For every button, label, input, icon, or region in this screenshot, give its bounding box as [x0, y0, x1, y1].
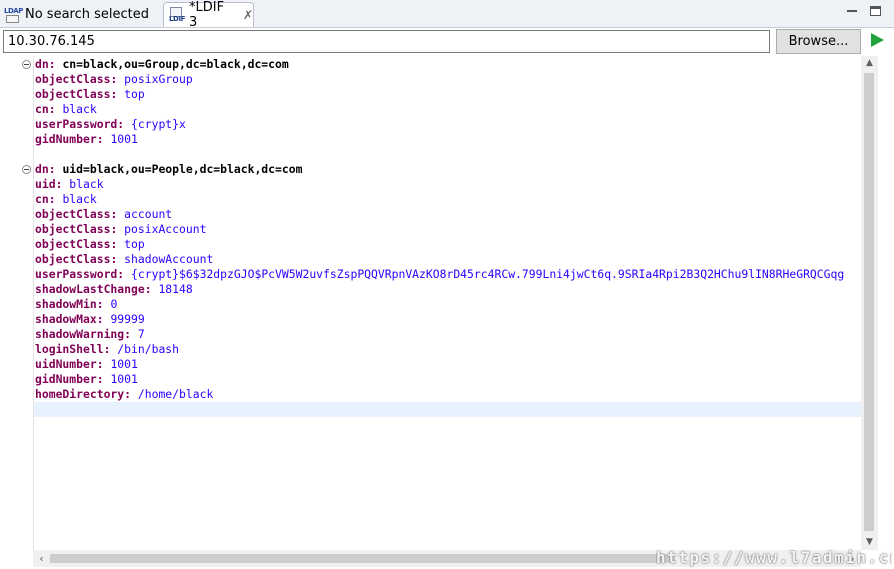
ldif-attribute-name: uidNumber [35, 357, 97, 371]
ldif-attribute-value: {crypt}$6$32dpzGJO$PcVW5W2uvfsZspPQQVRpn… [131, 267, 845, 281]
ldif-attribute-name: shadowMin [35, 297, 97, 311]
browse-button[interactable]: Browse... [776, 29, 861, 54]
ldif-line: objectClass: top [35, 237, 145, 251]
ldif-line: uidNumber: 1001 [35, 357, 138, 371]
ldif-attribute-value: 18148 [158, 282, 193, 296]
ldif-attribute-value: posixGroup [124, 72, 193, 86]
watermark: https://www.l7admin.cn [656, 548, 892, 567]
ldif-line: objectClass: posixAccount [35, 222, 207, 236]
ldif-attribute-name: dn [35, 57, 49, 71]
tab-no-search-selected[interactable]: LDAP No search selected [0, 2, 160, 27]
ldif-dn-line: dn: uid=black,ou=People,dc=black,dc=com [35, 162, 303, 176]
ldif-attribute-name: gidNumber [35, 372, 97, 386]
ldif-line: gidNumber: 1001 [35, 372, 138, 386]
editor-tab-bar: LDAP No search selected LDIF *LDIF 3 ✗ [0, 0, 894, 30]
ldif-attribute-value: posixAccount [124, 222, 207, 236]
collapse-icon[interactable] [22, 165, 31, 174]
ldif-attribute-value: black [69, 177, 104, 191]
ldif-attribute-value: black [62, 102, 97, 116]
ldif-line [34, 147, 861, 162]
ldif-line: cn: black [35, 102, 97, 116]
ldif-attribute-value: top [124, 87, 145, 101]
ldif-attribute-value: black [62, 192, 97, 206]
ldif-attribute-name: uid [35, 177, 56, 191]
editor-ruler [0, 56, 34, 550]
ldif-line: userPassword: {crypt}$6$32dpzGJO$PcVW5W2… [35, 267, 845, 281]
scroll-up-icon[interactable]: ▲ [861, 56, 878, 71]
ldif-line [34, 402, 861, 417]
ldif-line: shadowLastChange: 18148 [35, 282, 193, 296]
ldif-line: objectClass: top [35, 87, 145, 101]
ldif-attribute-value: 1001 [110, 132, 138, 146]
ldif-attribute-value: 1001 [110, 372, 138, 386]
ldif-attribute-value: {crypt}x [131, 117, 186, 131]
ldif-attribute-value: shadowAccount [124, 252, 214, 266]
tab-ldif-3[interactable]: LDIF *LDIF 3 ✗ [163, 0, 254, 30]
ldif-line: objectClass: shadowAccount [35, 252, 214, 266]
ldif-attribute-value: 0 [110, 297, 118, 311]
ldif-attribute-name: shadowMax [35, 312, 97, 326]
tab-label: *LDIF 3 [189, 0, 225, 30]
ldif-line: shadowMax: 99999 [35, 312, 145, 326]
ldif-attribute-name: loginShell [35, 342, 104, 356]
ldif-line: cn: black [35, 192, 97, 206]
maximize-icon[interactable] [870, 6, 881, 16]
scroll-left-icon[interactable]: ‹ [33, 550, 50, 567]
ldif-attribute-name: gidNumber [35, 132, 97, 146]
ldif-attribute-name: dn [35, 162, 49, 176]
ldif-attribute-name: objectClass [35, 252, 111, 266]
ldif-attribute-value: account [124, 207, 173, 221]
ldif-attribute-value: cn=black,ou=Group,dc=black,dc=com [62, 57, 289, 71]
collapse-icon[interactable] [22, 60, 31, 69]
ldif-line: loginShell: /bin/bash [35, 342, 180, 356]
ldif-line: objectClass: account [35, 207, 173, 221]
horizontal-scroll-thumb[interactable] [50, 554, 675, 563]
ldif-attribute-value: 7 [137, 327, 145, 341]
ldif-line: shadowMin: 0 [35, 297, 118, 311]
ldif-dn-line: dn: cn=black,ou=Group,dc=black,dc=com [35, 57, 289, 71]
ldif-attribute-name: shadowLastChange [35, 282, 145, 296]
ldif-attribute-name: objectClass [35, 87, 111, 101]
ldif-editor[interactable]: dn: cn=black,ou=Group,dc=black,dc=com obj… [0, 56, 894, 569]
ldif-attribute-value: uid=black,ou=People,dc=black,dc=com [62, 162, 303, 176]
ldif-attribute-name: userPassword [35, 117, 118, 131]
ldif-file-icon: LDIF [168, 7, 185, 23]
ldif-attribute-name: homeDirectory [35, 387, 125, 401]
ldif-line: homeDirectory: /home/black [35, 387, 214, 401]
ldif-line: gidNumber: 1001 [35, 132, 138, 146]
minimize-icon[interactable] [847, 6, 858, 16]
tab-label: No search selected [25, 7, 150, 22]
ldif-line: userPassword: {crypt}x [35, 117, 186, 131]
ldif-attribute-value: /bin/bash [117, 342, 180, 356]
ldap-browser-icon: LDAP [4, 7, 23, 23]
ldif-attribute-value: top [124, 237, 145, 251]
ldif-attribute-name: objectClass [35, 207, 111, 221]
ldif-line: uid: black [35, 177, 104, 191]
ldif-line: shadowWarning: 7 [35, 327, 145, 341]
ldif-attribute-name: objectClass [35, 72, 111, 86]
vertical-scrollbar[interactable]: ▲ ▼ [861, 56, 878, 550]
close-icon[interactable]: ✗ [243, 9, 253, 21]
ldif-attribute-value: 1001 [110, 357, 138, 371]
ldif-attribute-name: userPassword [35, 267, 118, 281]
ldif-attribute-name: objectClass [35, 222, 111, 236]
connection-address-field[interactable]: 10.30.76.145 [3, 30, 770, 53]
vertical-scroll-thumb[interactable] [864, 73, 874, 531]
ldif-attribute-value: 99999 [110, 312, 145, 326]
ldif-attribute-name: cn [35, 192, 49, 206]
ldif-attribute-name: objectClass [35, 237, 111, 251]
ldif-attribute-name: cn [35, 102, 49, 116]
ldif-line: objectClass: posixGroup [35, 72, 193, 86]
ldif-text-area[interactable]: dn: cn=black,ou=Group,dc=black,dc=com obj… [34, 57, 861, 549]
ldif-attribute-value: /home/black [137, 387, 214, 401]
ldif-attribute-name: shadowWarning [35, 327, 125, 341]
run-icon[interactable] [871, 33, 884, 47]
